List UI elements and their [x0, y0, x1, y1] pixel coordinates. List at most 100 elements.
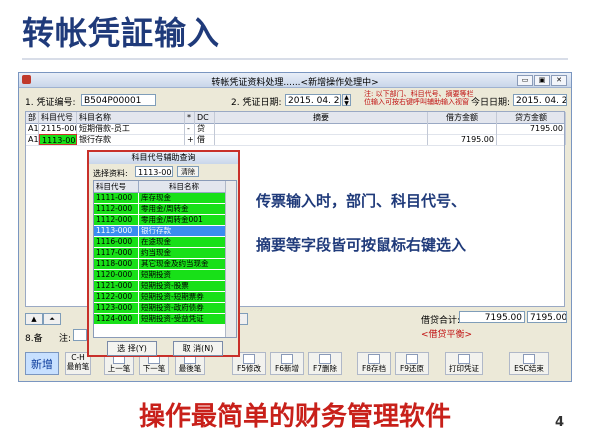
row-dept[interactable]: A1: [26, 123, 39, 134]
select-ok-button[interactable]: 选 择(Y): [107, 341, 157, 356]
close-button[interactable]: ✕: [551, 75, 567, 86]
item-name: 约当现金: [138, 248, 227, 258]
account-code-lookup-dialog: 科目代号辅助查询 选择资料: 1113-000 清除 科目代号 科目名称 111…: [87, 150, 240, 357]
list-item[interactable]: 1123-000 短期投资-政府债券: [94, 303, 226, 314]
restore-icon: [406, 354, 418, 364]
window-title: 转帐凭证资料处理......<新增操作处理中>: [211, 78, 379, 88]
table-row[interactable]: A1 1113-000 银行存款 + 借 7195.00: [26, 134, 566, 146]
restore-button[interactable]: ▣: [534, 75, 550, 86]
minimize-button[interactable]: ▭: [517, 75, 533, 86]
list-item[interactable]: 1112-000 零用金/周转金001: [94, 215, 226, 226]
nav-top-button[interactable]: ⏶: [43, 313, 61, 325]
row-name: 短期借款-员工: [77, 123, 185, 134]
date-spinner[interactable]: ▲ ▼: [342, 94, 351, 107]
select-cancel-button[interactable]: 取 消(N): [173, 341, 223, 356]
item-name: 短期投资-股票: [138, 281, 227, 291]
item-code: 1122-000: [96, 292, 133, 301]
list-item[interactable]: 1122-000 短期投资-短期票券: [94, 292, 226, 303]
list-item[interactable]: 1111-000 库存现金: [94, 193, 226, 204]
item-code: 1116-000: [96, 237, 133, 246]
printer-icon: [458, 354, 470, 364]
col-name: 科目名称: [77, 112, 185, 123]
add-button[interactable]: F6新增: [270, 352, 304, 375]
item-code: 1123-000: [96, 303, 133, 312]
item-code: 1118-000: [96, 259, 133, 268]
item-name: 零用金/周转金001: [138, 215, 227, 225]
clear-button[interactable]: 清除: [177, 166, 199, 177]
restore-data-button[interactable]: F9还原: [395, 352, 429, 375]
col-dept: 部: [26, 112, 39, 123]
item-code: 1124-000: [96, 314, 133, 323]
row-dc[interactable]: 借: [195, 134, 215, 145]
add-icon: [281, 354, 293, 364]
total-label: 借贷合计:: [421, 316, 461, 326]
row-star: -: [185, 123, 195, 134]
list-item[interactable]: 1112-000 零用金/周转金: [94, 204, 226, 215]
bottom-slogan: 操作最简单的财务管理软件: [138, 402, 451, 432]
item-code: 1113-000: [96, 226, 133, 235]
select-label: 选择资料:: [93, 169, 128, 178]
save-icon: [368, 354, 380, 364]
input-note: 注: 以下部门、科目代号、摘要等栏位输入可按右键呼叫辅助输入视窗: [364, 90, 474, 106]
first-label: 最前笔: [66, 362, 90, 371]
row-credit[interactable]: 7195.00: [497, 123, 566, 134]
item-name: 短期投资: [138, 270, 227, 280]
print-voucher-button[interactable]: 打印凭证: [445, 352, 483, 375]
list-item[interactable]: 1116-000 在途现金: [94, 237, 226, 248]
modify-label: F5修改: [236, 364, 262, 373]
voucher-no-field[interactable]: B504P00001: [81, 94, 156, 106]
restore-label: F9还原: [399, 364, 425, 373]
list-scrollbar[interactable]: [225, 181, 236, 337]
row-summary[interactable]: [215, 134, 428, 145]
nav-up-button[interactable]: ▲: [25, 313, 43, 325]
item-name: 其它现金及约当现金: [138, 259, 227, 269]
list-item[interactable]: 1121-000 短期投资-股票: [94, 281, 226, 292]
list-header: 科目代号 科目名称: [94, 181, 226, 193]
row-summary[interactable]: [215, 123, 428, 134]
row-dc[interactable]: 贷: [195, 123, 215, 134]
col-dc: DC: [195, 112, 215, 123]
remark-field[interactable]: [73, 329, 87, 341]
item-code: 1121-000: [96, 281, 133, 290]
account-list: 科目代号 科目名称 1111-000 库存现金 1112-000 零用金/周转金 1…: [93, 180, 237, 338]
balance-status: <借贷平衡>: [421, 330, 473, 340]
save-label: F8存档: [361, 364, 387, 373]
delete-button[interactable]: F7删除: [308, 352, 342, 375]
exit-icon: [523, 354, 535, 364]
select-value-field[interactable]: 1113-000: [135, 166, 173, 177]
today-label: 今日日期:: [471, 98, 511, 108]
item-code: 1120-000: [96, 270, 133, 279]
item-name: 短期投资-短期票券: [138, 292, 227, 302]
list-item[interactable]: 1118-000 其它现金及约当现金: [94, 259, 226, 270]
row-code[interactable]: 2115-000: [39, 123, 77, 134]
remark-label-2: 注:: [59, 334, 72, 344]
voucher-date-field[interactable]: 2015. 04. 22: [285, 94, 341, 106]
today-field: 2015. 04. 22: [513, 94, 567, 106]
list-col-name: 科目名称: [138, 181, 227, 192]
item-name: 在途现金: [138, 237, 227, 247]
row-debit[interactable]: 7195.00: [428, 134, 497, 145]
delete-label: F7删除: [312, 364, 338, 373]
item-code: 1111-000: [96, 193, 133, 202]
page-number: 4: [554, 415, 564, 430]
save-button[interactable]: F8存档: [357, 352, 391, 375]
first-hint: C-H: [71, 353, 85, 362]
exit-button[interactable]: ESC结束: [509, 352, 549, 375]
list-item[interactable]: 1124-000 短期投资-受益凭证: [94, 314, 226, 325]
col-code: 科目代号: [39, 112, 77, 123]
list-item-selected[interactable]: 1113-000 银行存款: [94, 226, 226, 237]
credit-total-field: 7195.00: [527, 311, 567, 323]
item-code: 1117-000: [96, 248, 133, 257]
col-credit: 贷方金额: [497, 112, 566, 123]
row-credit[interactable]: [497, 134, 566, 145]
col-summary: 摘要: [215, 112, 428, 123]
new-mode-button[interactable]: 新增: [25, 352, 59, 375]
row-debit[interactable]: [428, 123, 497, 134]
list-item[interactable]: 1117-000 约当现金: [94, 248, 226, 259]
list-col-code: 科目代号: [96, 182, 126, 191]
list-item[interactable]: 1120-000 短期投资: [94, 270, 226, 281]
row-dept[interactable]: A1: [26, 134, 39, 145]
row-code-active[interactable]: 1113-000: [39, 134, 77, 145]
title-divider: [22, 58, 568, 60]
item-name: 短期投资-政府债券: [138, 303, 227, 313]
